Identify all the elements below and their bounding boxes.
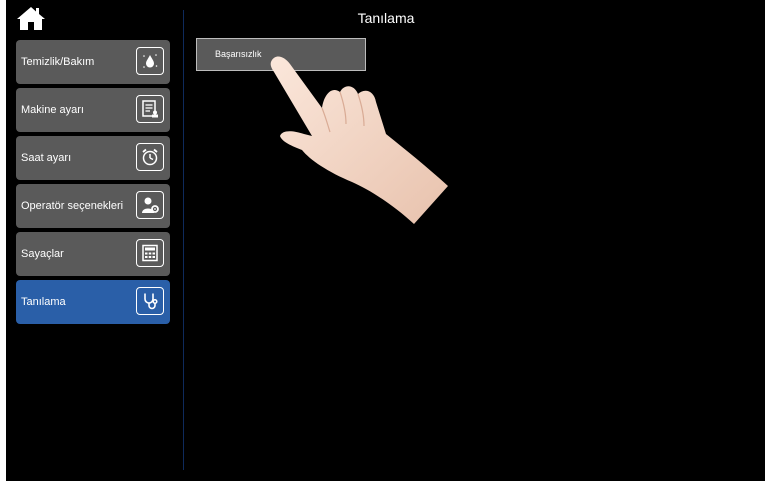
screen: Tanılama Temizlik/Bakım Makine ayarı Saa…: [6, 0, 765, 481]
sidebar-item-clock-settings[interactable]: Saat ayarı: [16, 136, 170, 180]
home-icon: [17, 7, 45, 30]
sidebar-item-machine-settings[interactable]: Makine ayarı: [16, 88, 170, 132]
sidebar-item-label: Temizlik/Bakım: [21, 56, 95, 68]
stethoscope-icon: [136, 287, 164, 315]
sidebar-item-label: Saat ayarı: [21, 152, 72, 164]
sidebar-item-label: Tanılama: [21, 296, 66, 308]
operator-settings-icon: [136, 191, 164, 219]
sidebar-divider: [183, 10, 184, 470]
sidebar-item-operator-options[interactable]: Operatör seçenekleri: [16, 184, 170, 228]
failure-button[interactable]: Başarısızlık: [196, 38, 366, 71]
pointing-hand: [270, 56, 448, 224]
sidebar-item-label: Operatör seçenekleri: [21, 200, 124, 212]
alarm-clock-icon: [136, 143, 164, 171]
sidebar-item-cleaning[interactable]: Temizlik/Bakım: [16, 40, 170, 84]
sidebar-item-counters[interactable]: Sayaçlar: [16, 232, 170, 276]
sidebar-menu: Temizlik/Bakım Makine ayarı Saat ayarı O…: [16, 40, 170, 328]
home-button[interactable]: [16, 5, 46, 31]
sidebar-item-diagnostics[interactable]: Tanılama: [16, 280, 170, 324]
page-title: Tanılama: [357, 10, 415, 26]
water-drop-icon: [136, 47, 164, 75]
machine-settings-icon: [136, 95, 164, 123]
sidebar-item-label: Sayaçlar: [21, 248, 64, 260]
counter-icon: [136, 239, 164, 267]
sidebar-item-label: Makine ayarı: [21, 104, 84, 116]
